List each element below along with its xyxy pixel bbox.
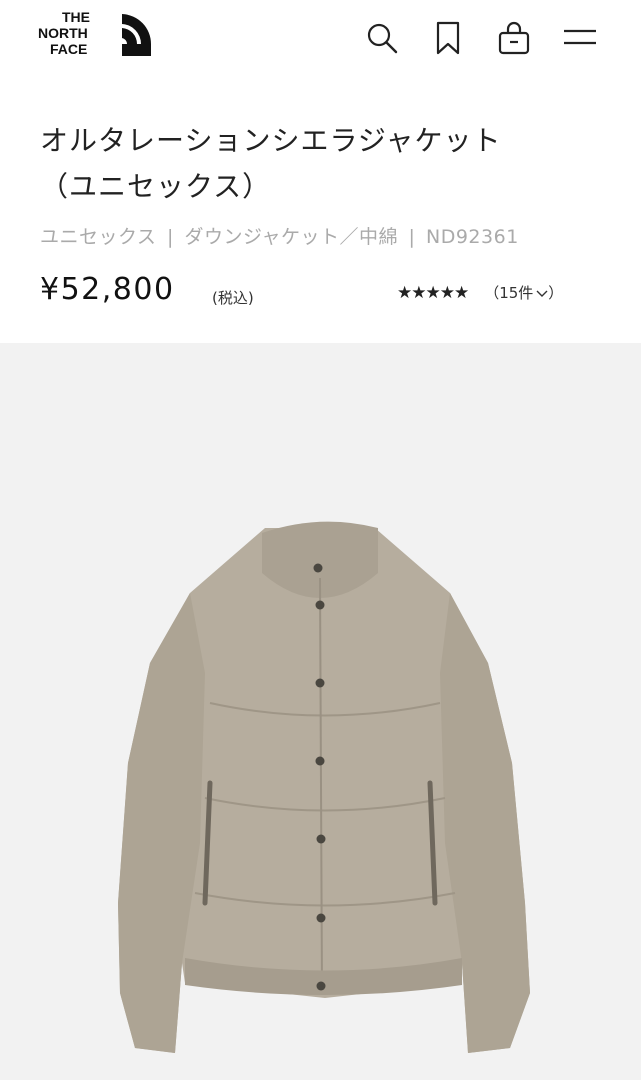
cart-icon [498, 21, 530, 55]
svg-text:FACE: FACE [50, 41, 87, 57]
bookmark-button[interactable] [428, 18, 468, 58]
product-code: ND92361 [426, 226, 519, 248]
svg-text:THE: THE [62, 9, 90, 25]
search-icon [367, 23, 398, 54]
chevron-down-icon [536, 290, 548, 297]
search-button[interactable] [362, 18, 402, 58]
rating-summary[interactable]: ★★★★★ （15件） [397, 282, 563, 303]
product-image[interactable] [0, 343, 641, 1080]
breadcrumb-category[interactable]: ユニセックス [40, 226, 156, 248]
star-rating: ★★★★★ [397, 282, 469, 303]
tax-label: (税込) [212, 289, 254, 307]
menu-button[interactable] [560, 18, 600, 58]
breadcrumb-separator: | [408, 226, 416, 248]
breadcrumb-separator: | [166, 226, 174, 248]
product-title-line2: （ユニセックス） [40, 170, 272, 203]
product-title: オルタレーションシエラジャケット （ユニセックス） [40, 118, 620, 210]
product-price: ¥52,800 [40, 272, 175, 307]
site-header: THE NORTH FACE [0, 0, 641, 82]
review-count: （15件） [484, 284, 564, 302]
product-breadcrumb: ユニセックス | ダウンジャケット／中綿 | ND92361 [40, 222, 519, 249]
jacket-image [118, 521, 530, 1053]
menu-icon [564, 29, 596, 45]
product-title-line1: オルタレーションシエラジャケット [40, 124, 502, 157]
svg-text:NORTH: NORTH [38, 25, 88, 41]
breadcrumb-type[interactable]: ダウンジャケット／中綿 [184, 226, 398, 248]
bookmark-icon [436, 21, 460, 55]
north-face-logo[interactable]: THE NORTH FACE [38, 8, 153, 66]
cart-button[interactable] [494, 18, 534, 58]
